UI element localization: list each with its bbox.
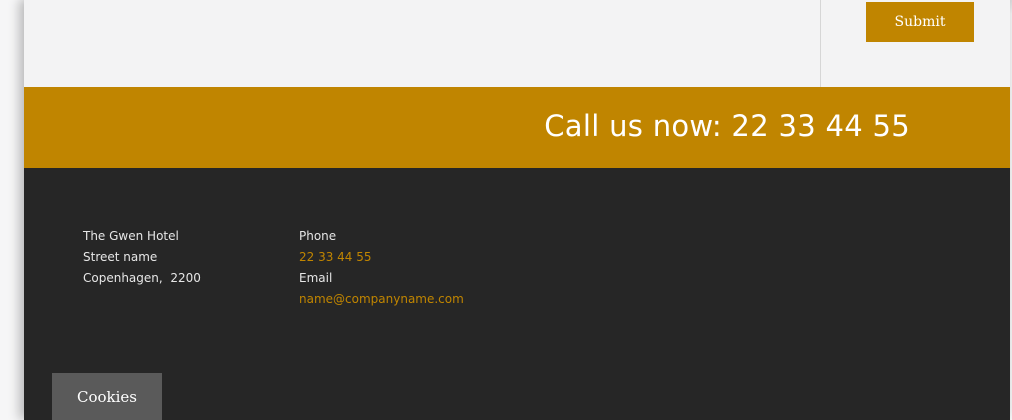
footer-contact: Phone 22 33 44 55 Email name@companyname… bbox=[299, 226, 464, 310]
submit-button[interactable]: Submit bbox=[866, 2, 974, 42]
page: Submit Call us now: 22 33 44 55 The Gwen… bbox=[0, 0, 1012, 420]
phone-link[interactable]: 22 33 44 55 bbox=[299, 247, 464, 268]
email-link[interactable]: name@companyname.com bbox=[299, 289, 464, 310]
footer: The Gwen Hotel Street name Copenhagen, 2… bbox=[24, 168, 1010, 420]
form-divider bbox=[820, 0, 821, 87]
call-us-banner: Call us now: 22 33 44 55 bbox=[24, 87, 1010, 168]
cookies-button[interactable]: Cookies bbox=[52, 373, 162, 420]
call-us-text: Call us now: 22 33 44 55 bbox=[544, 109, 910, 143]
hotel-name: The Gwen Hotel bbox=[83, 229, 179, 243]
phone-label: Phone bbox=[299, 229, 337, 243]
contact-form-area bbox=[24, 0, 1010, 87]
city-postcode: Copenhagen, 2200 bbox=[83, 271, 201, 285]
street-name: Street name bbox=[83, 250, 158, 264]
email-label: Email bbox=[299, 271, 333, 285]
footer-address: The Gwen Hotel Street name Copenhagen, 2… bbox=[83, 226, 201, 289]
